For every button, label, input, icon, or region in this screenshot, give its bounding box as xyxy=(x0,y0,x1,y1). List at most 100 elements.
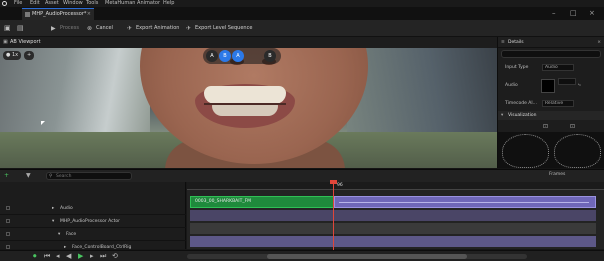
track-face-expand-icon[interactable]: ▾ xyxy=(58,228,60,241)
timecode-alignment-dropdown[interactable]: Relative xyxy=(542,100,574,107)
export-level-sequence-button[interactable]: ✈ Export Level Sequence xyxy=(183,23,256,34)
viewport-tab-icon: ▣ xyxy=(3,39,8,45)
actor-track-bar[interactable] xyxy=(190,210,596,221)
track-actor-expand-icon[interactable]: ▾ xyxy=(52,215,54,228)
input-type-dropdown[interactable]: Audio xyxy=(542,64,574,71)
face-mode-button-a-right[interactable]: A xyxy=(232,50,244,62)
face-mesh-thumbnail-a[interactable] xyxy=(502,134,549,168)
menu-asset[interactable]: Asset xyxy=(45,0,59,7)
search-icon: ⚲ xyxy=(49,174,53,179)
face-mode-button-a-left[interactable]: A xyxy=(206,50,218,62)
playhead[interactable] xyxy=(333,180,334,250)
face-mesh-thumbnail-b[interactable] xyxy=(554,134,601,168)
details-row-audio: Audio ⤷ xyxy=(498,77,604,95)
camera-view-icon[interactable]: ⊡ xyxy=(543,123,548,130)
loop-icon[interactable]: ⟲ xyxy=(112,252,118,261)
minimize-button[interactable]: – xyxy=(552,9,556,17)
play-icon[interactable]: ▶ xyxy=(78,252,83,261)
track-audio[interactable]: ▸ Audio xyxy=(0,202,186,215)
cancel-icon: ⊗ xyxy=(87,25,93,32)
visualization-thumbnails xyxy=(498,132,604,168)
details-header: ≡ Details × xyxy=(498,37,604,48)
sequencer-search-input[interactable]: ⚲ Search xyxy=(46,172,132,180)
menu-file[interactable]: File xyxy=(14,0,22,7)
search-placeholder: Search xyxy=(56,174,72,179)
jump-start-icon[interactable]: ⏮ xyxy=(44,252,50,261)
track-actor-toggle[interactable] xyxy=(6,219,10,223)
control-rig-track-bar[interactable] xyxy=(190,236,596,247)
jump-end-icon[interactable]: ⏭ xyxy=(100,252,106,261)
track-rig-toggle[interactable] xyxy=(6,245,10,249)
animation-keys-section[interactable] xyxy=(334,196,596,208)
details-search-input[interactable] xyxy=(501,50,601,58)
menu-window[interactable]: Window xyxy=(63,0,83,7)
audio-clip-label: 0003_00_SHARKBAIT_FM xyxy=(195,199,252,204)
process-icon: ▶ xyxy=(51,25,56,32)
maximize-button[interactable]: □ xyxy=(570,9,577,17)
timeline-scrollbar[interactable] xyxy=(187,254,527,259)
details-title: Details xyxy=(508,40,524,45)
menu-metahuman-animator[interactable]: MetaHuman Animator xyxy=(105,0,160,7)
viewport-tab-label[interactable]: AB Viewport xyxy=(10,37,41,48)
unreal-logo-icon xyxy=(2,1,7,6)
details-row-timecode: Timecode Al... Relative xyxy=(498,99,604,108)
track-audio-toggle[interactable] xyxy=(6,206,10,210)
time-display-dropdown[interactable]: Frames xyxy=(549,172,565,177)
view-mode-icon: ● xyxy=(6,52,11,58)
browse-asset-icon[interactable]: ⤷ xyxy=(578,81,581,90)
ab-viewport[interactable]: ⊾ ● 1x + A B A B xyxy=(0,48,497,168)
main-toolbar: ▣ ▤ ▶ Process ⊗ Cancel ✈ Export Animation ✈… xyxy=(0,20,604,37)
export-level-sequence-icon: ✈ xyxy=(186,25,192,32)
timeline-ruler[interactable]: 96 xyxy=(187,182,604,190)
mouth-gap xyxy=(204,103,286,105)
lower-teeth xyxy=(212,104,278,116)
details-row-input-type: Input Type Audio xyxy=(498,63,604,72)
record-icon[interactable]: ⏺ xyxy=(33,252,37,261)
step-forward-icon[interactable]: ▸ xyxy=(90,252,94,261)
asset-icon xyxy=(25,12,30,17)
menu-help[interactable]: Help xyxy=(163,0,174,7)
menu-edit[interactable]: Edit xyxy=(30,0,40,7)
track-audio-expand-icon[interactable]: ▸ xyxy=(52,202,54,215)
sequencer-panel: + ▼ ⚲ Search Frames ▸ Audio ▾ MHP_AudioP… xyxy=(0,169,604,261)
track-face[interactable]: ▾ Face xyxy=(0,228,186,241)
audio-asset-picker[interactable] xyxy=(558,78,576,85)
document-tab-bar: MHP_AudioProcessor* × – □ × xyxy=(0,7,604,20)
track-processor-actor[interactable]: ▾ MHP_AudioProcessor Actor xyxy=(0,215,186,228)
scrollbar-thumb[interactable] xyxy=(267,254,467,259)
details-close-icon[interactable]: × xyxy=(597,37,601,48)
add-track-button[interactable]: + xyxy=(4,172,9,179)
browse-icon[interactable]: ▤ xyxy=(17,24,24,32)
face-mode-button-b-left[interactable]: B xyxy=(219,50,231,62)
play-reverse-icon[interactable]: ◀ xyxy=(66,252,71,261)
upper-teeth xyxy=(204,86,286,104)
waveform-line xyxy=(339,202,589,203)
sequencer-toolbar: + ▼ ⚲ Search Frames xyxy=(0,170,604,182)
track-list: ▸ Audio ▾ MHP_AudioProcessor Actor ▾ Fac… xyxy=(0,182,186,254)
step-back-icon[interactable]: ◂ xyxy=(56,252,60,261)
face-track-bar[interactable] xyxy=(190,223,596,234)
tab-title: MHP_AudioProcessor* xyxy=(32,11,87,17)
tab-audio-processor[interactable]: MHP_AudioProcessor* × xyxy=(22,8,94,20)
face-mode-button-b-right[interactable]: B xyxy=(264,50,276,62)
filter-icon[interactable]: ▼ xyxy=(26,172,31,179)
tab-close-icon[interactable]: × xyxy=(87,9,91,20)
menu-tools[interactable]: Tools xyxy=(86,0,98,7)
ruler-frame-marker: 96 xyxy=(337,183,343,188)
process-button[interactable]: ▶ Process xyxy=(48,23,83,34)
playhead-handle[interactable] xyxy=(330,180,337,184)
app-window: File Edit Asset Window Tools MetaHuman A… xyxy=(0,0,604,261)
mouse-cursor-icon xyxy=(41,121,45,125)
export-animation-button[interactable]: ✈ Export Animation xyxy=(124,23,183,34)
cancel-button[interactable]: ⊗ Cancel xyxy=(84,23,117,34)
track-face-toggle[interactable] xyxy=(6,232,10,236)
close-window-button[interactable]: × xyxy=(589,9,595,17)
audio-clip-section[interactable]: 0003_00_SHARKBAIT_FM xyxy=(190,196,334,208)
visualization-section-header[interactable]: ▾ Visualization xyxy=(498,111,604,120)
add-view-chip[interactable]: + xyxy=(24,51,35,60)
input-type-label: Input Type xyxy=(505,65,529,70)
split-view-icon[interactable]: ⊡ xyxy=(570,123,575,130)
view-options-chip[interactable]: ● 1x xyxy=(3,51,22,60)
save-icon[interactable]: ▣ xyxy=(4,24,11,32)
visualization-section-title: Visualization xyxy=(508,113,537,118)
